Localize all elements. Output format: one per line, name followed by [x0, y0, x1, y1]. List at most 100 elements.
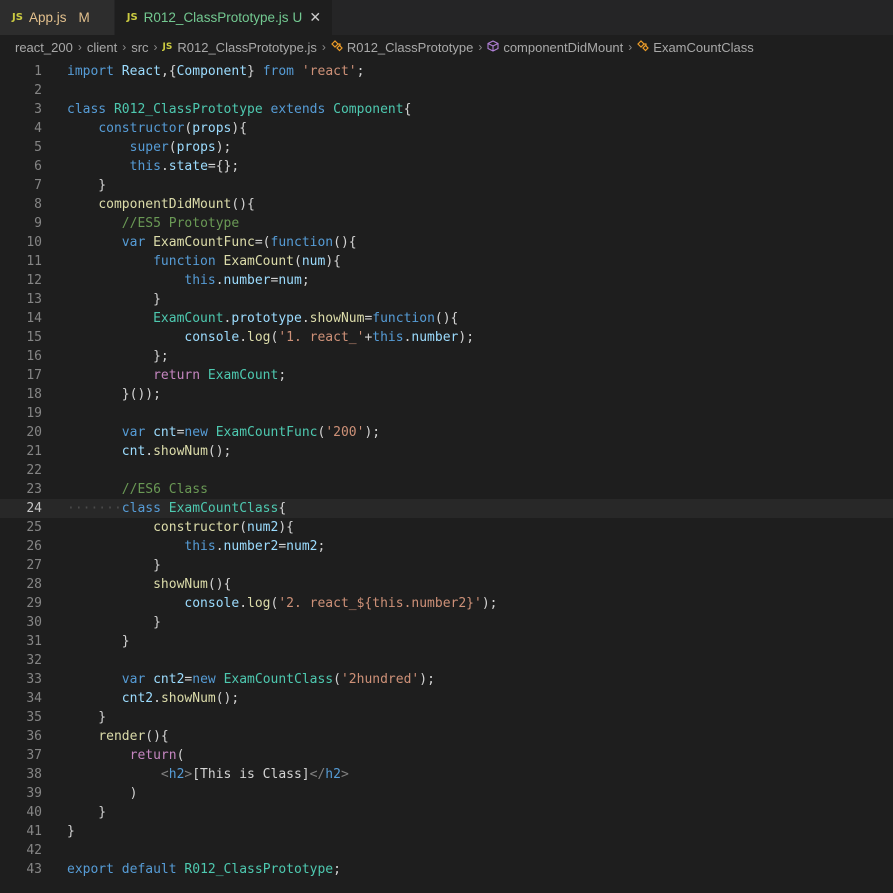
breadcrumb-symbol-method[interactable]: componentDidMount — [503, 40, 623, 55]
code-token: . — [239, 596, 248, 611]
code-line[interactable]: 39 ) — [0, 784, 893, 803]
code-text: this.number2=num2; — [67, 537, 893, 556]
git-status-badge: U — [292, 10, 303, 25]
code-line[interactable]: 27 } — [0, 556, 893, 575]
code-text: } — [67, 556, 893, 575]
code-line[interactable]: 30 } — [0, 613, 893, 632]
code-text: var ExamCountFunc=(function(){ — [67, 233, 893, 252]
tab-r012-classprototype-js[interactable]: JS R012_ClassPrototype.js U ✕ — [114, 0, 334, 35]
code-line[interactable]: 7 } — [0, 176, 893, 195]
breadcrumb-folder-client[interactable]: client — [87, 40, 117, 55]
code-text: super(props); — [67, 138, 893, 157]
breadcrumb-symbol-inner-class[interactable]: ExamCountClass — [653, 40, 753, 55]
code-line[interactable]: 8 componentDidMount(){ — [0, 195, 893, 214]
code-token: } — [67, 634, 130, 649]
code-line[interactable]: 15 console.log('1. react_'+this.number); — [0, 328, 893, 347]
code-line[interactable]: 21 cnt.showNum(); — [0, 442, 893, 461]
code-line[interactable]: 32 — [0, 651, 893, 670]
code-line[interactable]: 36 render(){ — [0, 727, 893, 746]
code-line[interactable]: 10 var ExamCountFunc=(function(){ — [0, 233, 893, 252]
code-line[interactable]: 17 return ExamCount; — [0, 366, 893, 385]
code-line[interactable]: 43 export default R012_ClassPrototype; — [0, 860, 893, 879]
code-line[interactable]: 23 //ES6 Class — [0, 480, 893, 499]
line-number: 21 — [26, 444, 42, 459]
code-line[interactable]: 26 this.number2=num2; — [0, 537, 893, 556]
code-line[interactable]: 25 constructor(num2){ — [0, 518, 893, 537]
code-token: < — [160, 767, 169, 782]
code-line[interactable]: 28 showNum(){ — [0, 575, 893, 594]
breadcrumb-folder-react-200[interactable]: react_200 — [15, 40, 73, 55]
js-file-icon: JS — [162, 42, 173, 52]
breadcrumb-file[interactable]: R012_ClassPrototype.js — [177, 40, 316, 55]
line-number: 1 — [34, 64, 42, 79]
code-token: default — [121, 862, 185, 877]
code-token: props — [192, 121, 232, 136]
code-line[interactable]: 4 constructor(props){ — [0, 119, 893, 138]
code-line[interactable]: 13 } — [0, 290, 893, 309]
code-line[interactable]: 3 class R012_ClassPrototype extends Compo… — [0, 100, 893, 119]
code-token: showNum — [153, 577, 208, 592]
code-line[interactable]: 34 cnt2.showNum(); — [0, 689, 893, 708]
code-line[interactable]: 16 }; — [0, 347, 893, 366]
close-icon[interactable]: ✕ — [308, 9, 322, 26]
code-line[interactable]: 41} — [0, 822, 893, 841]
code-token: ExamCountClass — [168, 501, 279, 516]
line-number: 35 — [26, 710, 42, 725]
line-number: 8 — [34, 197, 42, 212]
code-line[interactable]: 5 super(props); — [0, 138, 893, 157]
git-status-badge: M — [78, 10, 90, 25]
code-token: ){ — [278, 520, 294, 535]
code-line[interactable]: 6 this.state={}; — [0, 157, 893, 176]
code-token: . — [215, 539, 224, 554]
tab-app-js[interactable]: JS App.js M — [0, 0, 115, 35]
breadcrumb-symbol-class[interactable]: R012_ClassPrototype — [347, 40, 473, 55]
code-line[interactable]: 14 ExamCount.prototype.showNum=function(… — [0, 309, 893, 328]
code-token: ( — [239, 520, 248, 535]
code-text: } — [67, 632, 893, 651]
code-token: . — [301, 311, 310, 326]
code-line[interactable]: 42 — [0, 841, 893, 860]
code-token: =( — [254, 235, 271, 250]
code-line[interactable]: 24 ·······class ExamCountClass{ — [0, 499, 893, 518]
code-line[interactable]: 38 <h2>[This is Class]</h2> — [0, 765, 893, 784]
line-number: 17 — [26, 368, 42, 383]
code-token: ); — [458, 330, 475, 345]
line-number: 36 — [26, 729, 42, 744]
code-token: this — [372, 330, 404, 345]
code-line[interactable]: 40 } — [0, 803, 893, 822]
code-text: render(){ — [67, 727, 893, 746]
code-line[interactable]: 35 } — [0, 708, 893, 727]
code-token: //ES5 Prototype — [121, 216, 240, 231]
breadcrumb-folder-src[interactable]: src — [131, 40, 148, 55]
code-line[interactable]: 1 import React,{Component} from 'react'; — [0, 62, 893, 81]
code-line[interactable]: 19 — [0, 404, 893, 423]
code-line[interactable]: 33 var cnt2=new ExamCountClass('2hundred… — [0, 670, 893, 689]
code-line[interactable]: 20 var cnt=new ExamCountFunc('200'); — [0, 423, 893, 442]
code-token: prototype — [231, 311, 302, 326]
line-number: 32 — [26, 653, 42, 668]
code-editor[interactable]: 1 import React,{Component} from 'react'; 2… — [0, 62, 893, 879]
code-line[interactable]: 9 //ES5 Prototype — [0, 214, 893, 233]
code-token: showNum — [160, 691, 216, 706]
code-text: console.log('1. react_'+this.number); — [67, 328, 893, 347]
code-line[interactable]: 18 }()); — [0, 385, 893, 404]
code-line[interactable]: 29 console.log('2. react_${this.number2}… — [0, 594, 893, 613]
code-token: console — [184, 330, 240, 345]
code-line[interactable]: 12 this.number=num; — [0, 271, 893, 290]
code-line[interactable]: 22 — [0, 461, 893, 480]
code-line[interactable]: 2 — [0, 81, 893, 100]
code-line[interactable]: 31 } — [0, 632, 893, 651]
code-token: num — [278, 273, 302, 288]
code-line[interactable]: 11 function ExamCount(num){ — [0, 252, 893, 271]
code-token: constructor — [98, 121, 185, 136]
code-token: '200' — [325, 425, 365, 440]
code-line[interactable]: 37 return( — [0, 746, 893, 765]
